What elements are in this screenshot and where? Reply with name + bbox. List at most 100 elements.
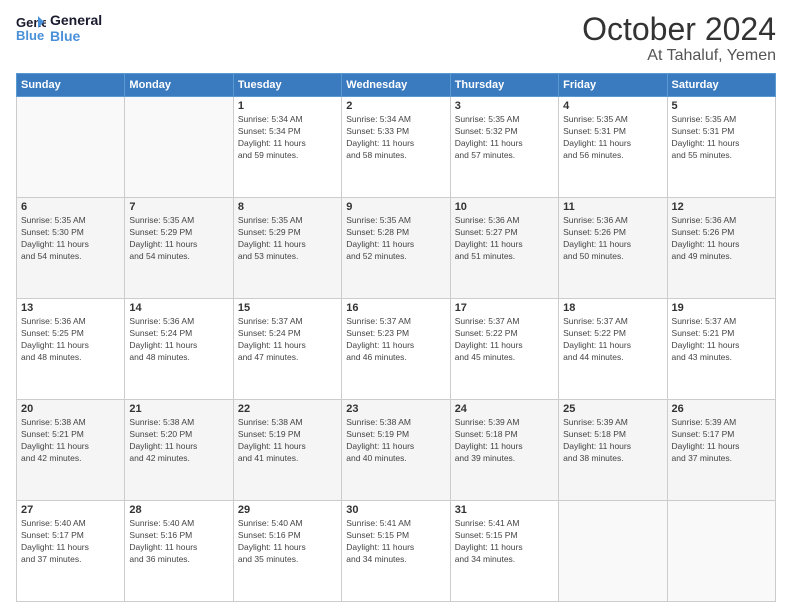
- calendar-table: Sunday Monday Tuesday Wednesday Thursday…: [16, 73, 776, 602]
- calendar-cell: 26Sunrise: 5:39 AM Sunset: 5:17 PM Dayli…: [667, 400, 775, 501]
- calendar-cell: 19Sunrise: 5:37 AM Sunset: 5:21 PM Dayli…: [667, 299, 775, 400]
- title-block: October 2024 At Tahaluf, Yemen: [582, 12, 776, 65]
- calendar-cell: [559, 501, 667, 602]
- day-info: Sunrise: 5:38 AM Sunset: 5:19 PM Dayligh…: [238, 417, 337, 465]
- day-number: 8: [238, 201, 337, 213]
- day-info: Sunrise: 5:36 AM Sunset: 5:26 PM Dayligh…: [672, 215, 771, 263]
- calendar-cell: 27 Sunrise: 5:40 AM Sunset: 5:17 PM Dayli…: [17, 501, 125, 602]
- day-number: 22: [238, 403, 337, 415]
- day-info: Sunrise: 5:38 AM Sunset: 5:21 PM Dayligh…: [21, 417, 120, 465]
- svg-text:Blue: Blue: [16, 28, 44, 42]
- day-number: 21: [129, 403, 228, 415]
- calendar-cell: 31 Sunrise: 5:41 AM Sunset: 5:15 PM Dayli…: [450, 501, 558, 602]
- day-number: 2: [346, 100, 445, 112]
- calendar-cell: 30Sunrise: 5:41 AM Sunset: 5:15 PM Dayli…: [342, 501, 450, 602]
- day-info: Sunrise: 5:37 AM Sunset: 5:23 PM Dayligh…: [346, 316, 445, 364]
- day-info: Sunrise: 5:35 AM Sunset: 5:29 PM Dayligh…: [238, 215, 337, 263]
- calendar-cell: 2 Sunrise: 5:34 AM Sunset: 5:33 PM Daylig…: [342, 97, 450, 198]
- calendar-cell: 3 Sunrise: 5:35 AM Sunset: 5:32 PM Daylig…: [450, 97, 558, 198]
- day-number: 10: [455, 201, 554, 213]
- day-number: 13: [21, 302, 120, 314]
- day-info: Sunrise: 5:36 AM Sunset: 5:25 PM Dayligh…: [21, 316, 120, 364]
- day-number: 31: [455, 504, 554, 516]
- calendar-cell: 18 Sunrise: 5:37 AM Sunset: 5:22 PM Dayli…: [559, 299, 667, 400]
- calendar-cell: 23 Sunrise: 5:38 AM Sunset: 5:19 PM Dayli…: [342, 400, 450, 501]
- day-info: Sunrise: 5:40 AM Sunset: 5:16 PM Dayligh…: [129, 518, 228, 566]
- header-monday: Monday: [125, 74, 233, 97]
- day-number: 18: [563, 302, 662, 314]
- day-number: 5: [672, 100, 771, 112]
- day-number: 3: [455, 100, 554, 112]
- calendar-cell: 9 Sunrise: 5:35 AM Sunset: 5:28 PM Daylig…: [342, 198, 450, 299]
- day-info: Sunrise: 5:39 AM Sunset: 5:18 PM Dayligh…: [563, 417, 662, 465]
- calendar-row: 27 Sunrise: 5:40 AM Sunset: 5:17 PM Dayli…: [17, 501, 776, 602]
- logo-icon: General Blue: [16, 14, 46, 42]
- day-info: Sunrise: 5:40 AM Sunset: 5:17 PM Dayligh…: [21, 518, 120, 566]
- day-info: Sunrise: 5:35 AM Sunset: 5:30 PM Dayligh…: [21, 215, 120, 263]
- calendar-cell: [125, 97, 233, 198]
- day-number: 16: [346, 302, 445, 314]
- day-number: 30: [346, 504, 445, 516]
- location-title: At Tahaluf, Yemen: [582, 47, 776, 65]
- day-number: 9: [346, 201, 445, 213]
- day-info: Sunrise: 5:37 AM Sunset: 5:22 PM Dayligh…: [563, 316, 662, 364]
- header-wednesday: Wednesday: [342, 74, 450, 97]
- calendar-cell: 15Sunrise: 5:37 AM Sunset: 5:24 PM Dayli…: [233, 299, 341, 400]
- calendar-header-row: Sunday Monday Tuesday Wednesday Thursday…: [17, 74, 776, 97]
- day-info: Sunrise: 5:35 AM Sunset: 5:29 PM Dayligh…: [129, 215, 228, 263]
- day-number: 26: [672, 403, 771, 415]
- day-number: 14: [129, 302, 228, 314]
- day-number: 12: [672, 201, 771, 213]
- calendar-cell: 25 Sunrise: 5:39 AM Sunset: 5:18 PM Dayli…: [559, 400, 667, 501]
- calendar-cell: 20 Sunrise: 5:38 AM Sunset: 5:21 PM Dayli…: [17, 400, 125, 501]
- calendar-row: 1Sunrise: 5:34 AM Sunset: 5:34 PM Daylig…: [17, 97, 776, 198]
- day-info: Sunrise: 5:38 AM Sunset: 5:20 PM Dayligh…: [129, 417, 228, 465]
- calendar-cell: [667, 501, 775, 602]
- header-sunday: Sunday: [17, 74, 125, 97]
- calendar-cell: 21 Sunrise: 5:38 AM Sunset: 5:20 PM Dayli…: [125, 400, 233, 501]
- day-number: 27: [21, 504, 120, 516]
- page: General Blue General Blue October 2024 A…: [0, 0, 792, 612]
- calendar-cell: 11 Sunrise: 5:36 AM Sunset: 5:26 PM Dayli…: [559, 198, 667, 299]
- header: General Blue General Blue October 2024 A…: [16, 12, 776, 65]
- day-info: Sunrise: 5:34 AM Sunset: 5:33 PM Dayligh…: [346, 114, 445, 162]
- calendar-cell: 5 Sunrise: 5:35 AM Sunset: 5:31 PM Daylig…: [667, 97, 775, 198]
- day-number: 11: [563, 201, 662, 213]
- day-info: Sunrise: 5:36 AM Sunset: 5:24 PM Dayligh…: [129, 316, 228, 364]
- calendar-cell: 6Sunrise: 5:35 AM Sunset: 5:30 PM Daylig…: [17, 198, 125, 299]
- day-number: 4: [563, 100, 662, 112]
- calendar-cell: 17Sunrise: 5:37 AM Sunset: 5:22 PM Dayli…: [450, 299, 558, 400]
- day-number: 1: [238, 100, 337, 112]
- calendar-cell: 24Sunrise: 5:39 AM Sunset: 5:18 PM Dayli…: [450, 400, 558, 501]
- day-info: Sunrise: 5:36 AM Sunset: 5:26 PM Dayligh…: [563, 215, 662, 263]
- month-title: October 2024: [582, 12, 776, 47]
- day-info: Sunrise: 5:37 AM Sunset: 5:22 PM Dayligh…: [455, 316, 554, 364]
- header-friday: Friday: [559, 74, 667, 97]
- day-info: Sunrise: 5:41 AM Sunset: 5:15 PM Dayligh…: [455, 518, 554, 566]
- calendar-cell: 4 Sunrise: 5:35 AM Sunset: 5:31 PM Daylig…: [559, 97, 667, 198]
- day-info: Sunrise: 5:35 AM Sunset: 5:28 PM Dayligh…: [346, 215, 445, 263]
- day-info: Sunrise: 5:38 AM Sunset: 5:19 PM Dayligh…: [346, 417, 445, 465]
- day-number: 23: [346, 403, 445, 415]
- day-info: Sunrise: 5:39 AM Sunset: 5:18 PM Dayligh…: [455, 417, 554, 465]
- day-number: 20: [21, 403, 120, 415]
- day-info: Sunrise: 5:35 AM Sunset: 5:31 PM Dayligh…: [563, 114, 662, 162]
- day-info: Sunrise: 5:35 AM Sunset: 5:31 PM Dayligh…: [672, 114, 771, 162]
- calendar-cell: 8 Sunrise: 5:35 AM Sunset: 5:29 PM Daylig…: [233, 198, 341, 299]
- day-number: 25: [563, 403, 662, 415]
- day-info: Sunrise: 5:35 AM Sunset: 5:32 PM Dayligh…: [455, 114, 554, 162]
- calendar-row: 13 Sunrise: 5:36 AM Sunset: 5:25 PM Dayli…: [17, 299, 776, 400]
- calendar-cell: 1Sunrise: 5:34 AM Sunset: 5:34 PM Daylig…: [233, 97, 341, 198]
- calendar-cell: [17, 97, 125, 198]
- day-info: Sunrise: 5:36 AM Sunset: 5:27 PM Dayligh…: [455, 215, 554, 263]
- header-saturday: Saturday: [667, 74, 775, 97]
- day-number: 19: [672, 302, 771, 314]
- calendar-cell: 7 Sunrise: 5:35 AM Sunset: 5:29 PM Daylig…: [125, 198, 233, 299]
- logo: General Blue General Blue: [16, 12, 102, 44]
- logo-text-general: General: [50, 12, 102, 28]
- calendar-cell: 22 Sunrise: 5:38 AM Sunset: 5:19 PM Dayli…: [233, 400, 341, 501]
- calendar-cell: 13 Sunrise: 5:36 AM Sunset: 5:25 PM Dayli…: [17, 299, 125, 400]
- day-number: 28: [129, 504, 228, 516]
- day-number: 7: [129, 201, 228, 213]
- calendar-cell: 29Sunrise: 5:40 AM Sunset: 5:16 PM Dayli…: [233, 501, 341, 602]
